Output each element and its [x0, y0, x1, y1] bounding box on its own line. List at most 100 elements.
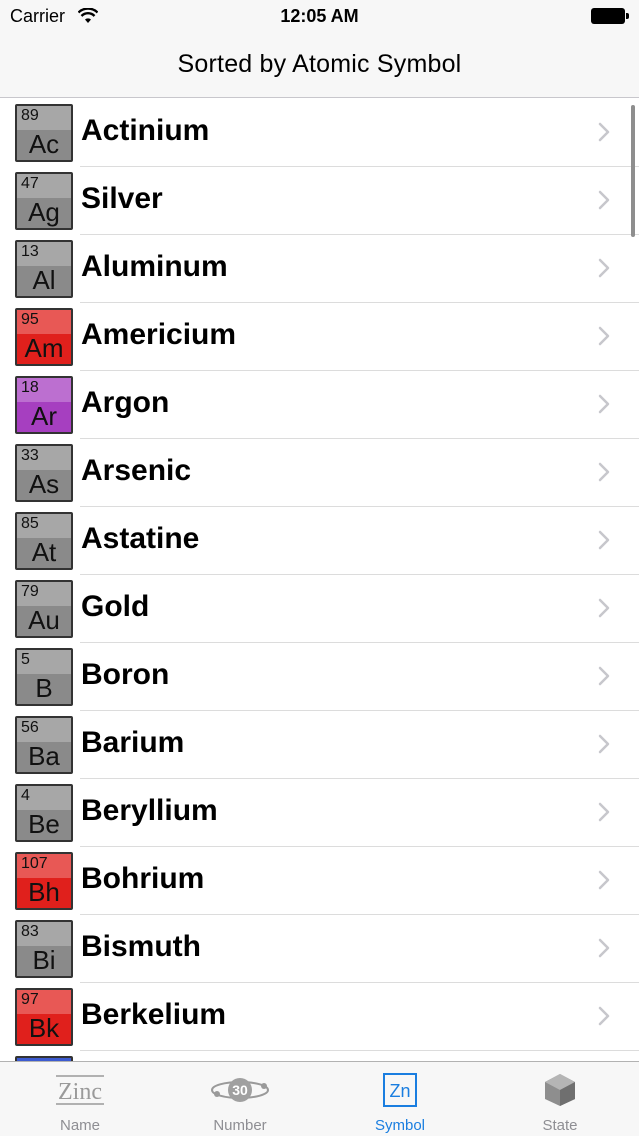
atomic-number: 4	[21, 787, 30, 804]
element-name: Barium	[81, 726, 185, 759]
element-tile: 33 As	[15, 444, 73, 502]
status-time: 12:05 AM	[280, 6, 359, 26]
element-row-au[interactable]: 79 Au Gold	[0, 575, 639, 643]
element-tile: 83 Bi	[15, 920, 73, 978]
element-row-am[interactable]: 95 Am Americium	[0, 303, 639, 371]
chevron-right-icon	[598, 530, 610, 550]
element-tile: 5B	[15, 648, 73, 706]
element-name: Bohrium	[81, 862, 205, 895]
chevron-right-icon	[598, 462, 610, 482]
element-name: Gold	[81, 590, 150, 623]
tab-label: Number	[213, 1117, 267, 1134]
chevron-right-icon	[598, 598, 610, 618]
tab-state[interactable]: State	[480, 1062, 639, 1136]
tab-label: Name	[59, 1117, 100, 1134]
atomic-number: 107	[21, 855, 48, 872]
chevron-right-icon	[598, 938, 610, 958]
element-tile: 107 Bh	[15, 852, 73, 910]
tab-name[interactable]: Zinc Name	[0, 1062, 160, 1136]
symbol-tile-icon: Zn	[383, 1073, 417, 1107]
atomic-symbol: Ag	[28, 197, 60, 227]
element-row-be[interactable]: 4 Be Beryllium	[0, 779, 639, 847]
cube-icon	[545, 1074, 575, 1106]
status-bar: Carrier 12:05 AM	[0, 0, 639, 34]
atomic-symbol: Am	[24, 333, 64, 363]
atomic-symbol: As	[28, 469, 60, 499]
scroll-indicator[interactable]	[631, 105, 635, 237]
element-tile: 97 Bk	[15, 988, 73, 1046]
element-row-ar[interactable]: 18 Ar Argon	[0, 371, 639, 439]
svg-text:Zinc: Zinc	[58, 1079, 102, 1105]
element-name: Actinium	[81, 114, 210, 147]
atomic-number: 18	[21, 379, 39, 396]
atomic-number: 13	[21, 243, 39, 260]
atomic-symbol: Bi	[32, 945, 56, 975]
element-row-b[interactable]: 5 B Boron	[0, 643, 639, 711]
atomic-number: 89	[21, 107, 39, 124]
tab-label: State	[542, 1117, 578, 1134]
atom-number-icon: 30	[211, 1078, 269, 1102]
atomic-number: 79	[21, 583, 39, 600]
svg-text:30: 30	[232, 1082, 248, 1098]
chevron-right-icon	[598, 394, 610, 414]
atomic-symbol: Bk	[28, 1013, 60, 1043]
app-screen: Carrier 12:05 AM Sorted by Atomic Symbol…	[0, 0, 639, 1136]
tab-number[interactable]: 30 Number	[160, 1062, 320, 1136]
tab-symbol[interactable]: Zn Symbol	[320, 1062, 480, 1136]
atomic-number: 47	[21, 175, 39, 192]
element-row-bi[interactable]: 83 Bi Bismuth	[0, 915, 639, 983]
tab-bar: Zinc Name 30 Number Zn Symbol State	[0, 1061, 639, 1136]
element-name: Silver	[81, 182, 163, 215]
element-row-ag[interactable]: 47 Ag Silver	[0, 167, 639, 235]
atomic-number: 85	[21, 515, 39, 532]
element-row-at[interactable]: 85 At Astatine	[0, 507, 639, 575]
element-tile: 89 Ac	[15, 104, 73, 162]
element-row-bh[interactable]: 107 Bh Bohrium	[0, 847, 639, 915]
atomic-symbol: Ac	[28, 129, 60, 159]
element-row-partial[interactable]	[0, 1051, 639, 1061]
element-row-al[interactable]: 13 Al Aluminum	[0, 235, 639, 303]
atomic-symbol: Ar	[31, 401, 57, 431]
atomic-number: 97	[21, 991, 39, 1008]
atomic-symbol: Al	[32, 265, 56, 295]
element-list[interactable]: 89 Ac Actinium 47 Ag Silver 13 Al Aluminum 95 Am Am…	[0, 99, 639, 1061]
chevron-right-icon	[598, 190, 610, 210]
chevron-right-icon	[598, 1006, 610, 1026]
element-row-as[interactable]: 33 As Arsenic	[0, 439, 639, 507]
element-name: Aluminum	[81, 250, 228, 283]
chevron-right-icon	[598, 870, 610, 890]
chevron-right-icon	[598, 258, 610, 278]
atomic-number: 83	[21, 923, 39, 940]
element-row-ac[interactable]: 89 Ac Actinium	[0, 99, 639, 167]
atomic-symbol: Bh	[28, 877, 60, 907]
tab-label: Symbol	[374, 1117, 426, 1134]
element-name: Astatine	[81, 522, 200, 555]
element-name: Berkelium	[81, 998, 227, 1031]
atomic-symbol: At	[31, 537, 57, 567]
chevron-right-icon	[598, 802, 610, 822]
element-tile: 79 Au	[15, 580, 73, 638]
atomic-number: 56	[21, 719, 39, 736]
element-tile: 95 Am	[15, 308, 73, 366]
atomic-symbol: Ba	[28, 741, 60, 771]
chevron-right-icon	[598, 734, 610, 754]
navigation-bar: Sorted by Atomic Symbol	[0, 34, 639, 98]
element-name: Beryllium	[81, 794, 218, 827]
element-tile: 18 Ar	[15, 376, 73, 434]
chevron-right-icon	[598, 666, 610, 686]
element-row-ba[interactable]: 56 Ba Barium	[0, 711, 639, 779]
element-tile: 85 At	[15, 512, 73, 570]
element-name: Boron	[81, 658, 170, 691]
chevron-right-icon	[598, 122, 610, 142]
atomic-symbol: Au	[28, 605, 60, 635]
zinc-text-icon: Zinc	[56, 1075, 104, 1105]
battery-icon	[591, 8, 629, 24]
element-tile: 56 Ba	[15, 716, 73, 774]
element-tile: 13 Al	[15, 240, 73, 298]
element-row-bk[interactable]: 97 Bk Berkelium	[0, 983, 639, 1051]
atomic-symbol: Be	[28, 809, 60, 839]
atomic-symbol: B	[35, 673, 53, 703]
atomic-number: 95	[21, 311, 39, 328]
element-tile: 47 Ag	[15, 172, 73, 230]
svg-text:Zn: Zn	[389, 1081, 410, 1101]
